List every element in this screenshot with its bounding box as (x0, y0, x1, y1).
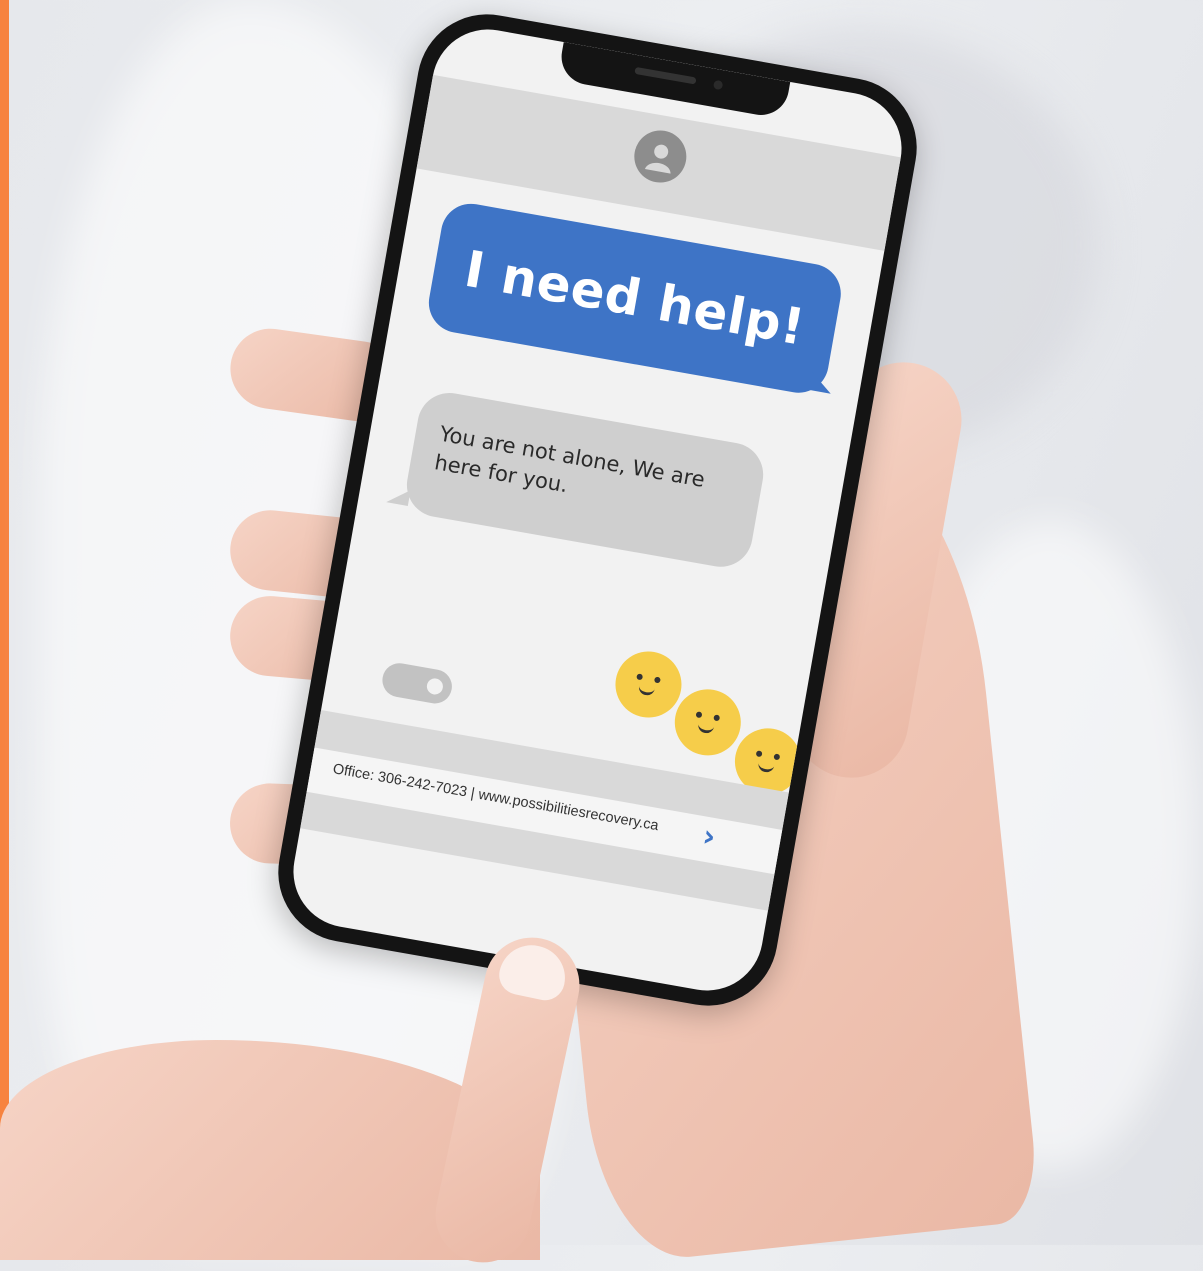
sent-bubble-tail (809, 372, 834, 394)
accent-bar (0, 0, 9, 1245)
typing-indicator-icon (379, 660, 455, 707)
received-message-bubble: You are not alone, We are here for you. (401, 387, 769, 572)
smiley-face-icon (669, 684, 747, 761)
avatar-glyph (644, 144, 671, 174)
received-bubble-tail (386, 486, 411, 507)
smiley-face-icon (610, 646, 687, 723)
speaker (633, 66, 697, 85)
fingernail (495, 939, 571, 1004)
front-camera (712, 79, 723, 91)
